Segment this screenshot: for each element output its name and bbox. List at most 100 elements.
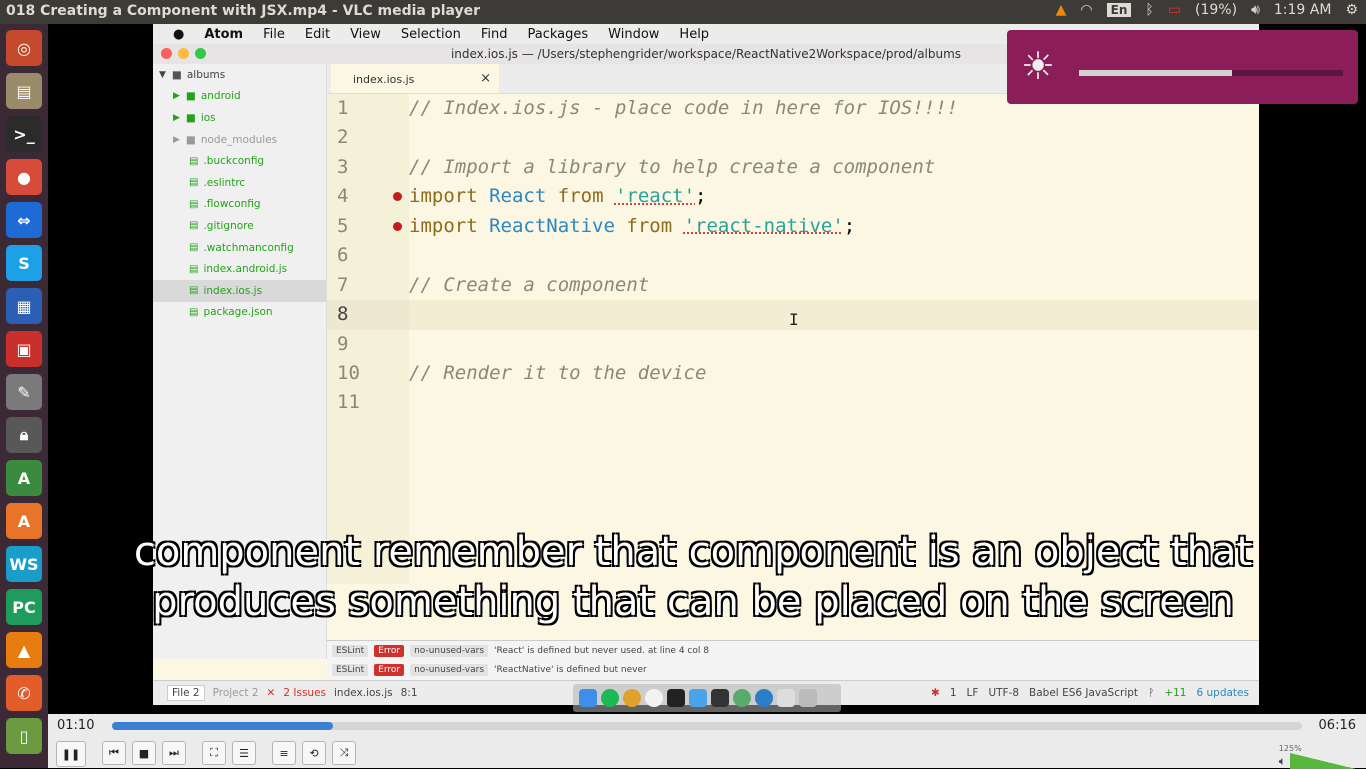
menu-edit[interactable]: Edit <box>305 27 330 42</box>
gear-icon[interactable]: ⚙ <box>1345 2 1358 18</box>
menu-help[interactable]: Help <box>679 27 709 42</box>
tree-root[interactable]: ▼ ■ albums <box>153 64 326 86</box>
status-bugs[interactable]: 1 <box>950 687 957 699</box>
wifi-icon[interactable]: ◠ <box>1080 2 1092 18</box>
status-cursor[interactable]: 8:1 <box>401 687 418 699</box>
chrome-icon[interactable] <box>623 689 641 707</box>
tree-file[interactable]: ▤ .gitignore <box>153 215 326 237</box>
volume-slider[interactable] <box>1290 753 1356 769</box>
volume-control[interactable]: 125% 🔈︎ <box>1279 744 1356 769</box>
lock-icon[interactable]: 🔒︎ <box>6 417 42 453</box>
menu-selection[interactable]: Selection <box>401 27 461 42</box>
teamviewer-icon[interactable]: ⇔ <box>6 202 42 238</box>
apple-icon[interactable]: ● <box>173 27 184 42</box>
tree-file[interactable]: ▤ package.json <box>153 302 326 324</box>
shuffle-button[interactable]: ⤨ <box>332 741 356 765</box>
skype-icon[interactable]: S <box>6 245 42 281</box>
clock[interactable]: 1:19 AM <box>1274 2 1332 18</box>
tree-file[interactable]: ▤ .flowconfig <box>153 194 326 216</box>
downloads-icon[interactable] <box>777 689 795 707</box>
files-icon[interactable]: ▤ <box>6 73 42 109</box>
trash-icon[interactable] <box>799 689 817 707</box>
status-eol[interactable]: LF <box>967 687 979 699</box>
smiley-icon[interactable] <box>645 689 663 707</box>
tree-folder-ios[interactable]: ▶ ■ ios <box>153 107 326 129</box>
tree-file[interactable]: ▤ index.android.js <box>153 258 326 280</box>
status-file-tab[interactable]: File 2 <box>167 685 205 701</box>
bluetooth-icon[interactable]: ᛒ <box>1145 2 1153 18</box>
settings-icon[interactable]: ✎ <box>6 374 42 410</box>
webstorm-icon[interactable]: WS <box>6 546 42 582</box>
battery-percent[interactable]: (19%) <box>1195 2 1237 18</box>
keyboard-layout[interactable]: En <box>1106 3 1132 17</box>
menu-view[interactable]: View <box>350 27 381 42</box>
lint-error-icon[interactable] <box>393 221 402 231</box>
menu-packages[interactable]: Packages <box>527 27 588 42</box>
status-filename[interactable]: index.ios.js <box>334 687 393 699</box>
pycharm-icon[interactable]: PC <box>6 589 42 625</box>
previous-button[interactable]: ⏮︎ <box>102 741 126 765</box>
tree-file[interactable]: ▤ .buckconfig <box>153 150 326 172</box>
linter-row[interactable]: ESLint Error no-unused-vars 'React' is d… <box>327 641 1259 660</box>
terminal-icon[interactable] <box>667 689 685 707</box>
stop-button[interactable]: ■ <box>132 741 156 765</box>
status-issues[interactable]: 2 Issues <box>283 687 326 699</box>
ubuntu-icon[interactable]: ◎ <box>6 30 42 66</box>
tree-file-label: .buckconfig <box>203 155 265 168</box>
tools-icon[interactable]: ✆ <box>6 675 42 711</box>
globe-icon[interactable] <box>733 689 751 707</box>
menu-atom[interactable]: Atom <box>204 27 243 42</box>
volume-icon[interactable]: 🔈︎ <box>1279 754 1286 769</box>
pause-button[interactable]: ❚❚ <box>56 741 86 767</box>
seek-bar[interactable] <box>112 722 1302 730</box>
tree-file-selected[interactable]: ▤ index.ios.js <box>153 279 326 302</box>
folder-icon: ■ <box>185 90 196 103</box>
tree-file[interactable]: ▤ .watchmanconfig <box>153 237 326 259</box>
disk-icon[interactable]: ▯ <box>6 718 42 754</box>
extended-settings-button[interactable]: ☰ <box>232 741 256 765</box>
menu-file[interactable]: File <box>263 27 285 42</box>
line-number: 1 <box>337 97 349 119</box>
tree-file[interactable]: ▤ .eslintrc <box>153 172 326 194</box>
status-encoding[interactable]: UTF-8 <box>988 687 1019 699</box>
browser-icon[interactable] <box>755 689 773 707</box>
tree-folder-android[interactable]: ▶ ■ android <box>153 86 326 108</box>
file-icon: ▤ <box>189 177 199 189</box>
console-icon[interactable] <box>711 689 729 707</box>
status-grammar[interactable]: Babel ES6 JavaScript <box>1029 687 1138 699</box>
menu-window[interactable]: Window <box>608 27 659 42</box>
tree-file-label: index.ios.js <box>203 284 263 297</box>
vlc-icon[interactable]: ▲ <box>6 632 42 668</box>
tree-file-label: index.android.js <box>203 263 288 276</box>
spotify-icon[interactable] <box>601 689 619 707</box>
terminal-icon[interactable]: >_ <box>6 116 42 152</box>
code-line-3: // Import a library to help create a com… <box>409 155 936 178</box>
status-git[interactable]: +11 <box>1164 687 1186 699</box>
linter-panel: ESLint Error no-unused-vars 'React' is d… <box>327 640 1259 681</box>
next-button[interactable]: ⏭︎ <box>162 741 186 765</box>
writer-icon[interactable]: ▦ <box>6 288 42 324</box>
code-editor[interactable]: // Index.ios.js - place code in here for… <box>393 94 1259 584</box>
fullscreen-button[interactable]: ⛶ <box>202 741 226 765</box>
playlist-button[interactable]: ≡ <box>272 741 296 765</box>
android-studio-icon[interactable]: A <box>6 460 42 496</box>
finder-icon[interactable] <box>579 689 597 707</box>
battery-icon[interactable]: ▭ <box>1168 2 1181 18</box>
code-line-8 <box>409 300 1259 330</box>
chrome-icon[interactable]: ● <box>6 159 42 195</box>
xcode-icon[interactable] <box>689 689 707 707</box>
volume-icon[interactable]: 🔊︎ <box>1251 2 1260 18</box>
vlc-tray-icon[interactable]: ▲ <box>1056 2 1067 18</box>
linter-row[interactable]: ESLint Error no-unused-vars 'ReactNative… <box>327 660 1259 679</box>
apps-icon[interactable]: ▣ <box>6 331 42 367</box>
software-icon[interactable]: A <box>6 503 42 539</box>
status-updates[interactable]: 6 updates <box>1197 687 1250 699</box>
loop-button[interactable]: ⟲ <box>302 741 326 765</box>
tab-index-ios[interactable]: index.ios.js × <box>331 64 499 93</box>
status-project-tab[interactable]: Project 2 <box>213 687 259 699</box>
menu-find[interactable]: Find <box>481 27 508 42</box>
chevron-down-icon: ▼ <box>159 69 166 80</box>
close-icon[interactable]: × <box>480 71 491 86</box>
tree-file-label: .gitignore <box>203 219 254 232</box>
tree-folder-node-modules[interactable]: ▶ ■ node_modules <box>153 129 326 151</box>
